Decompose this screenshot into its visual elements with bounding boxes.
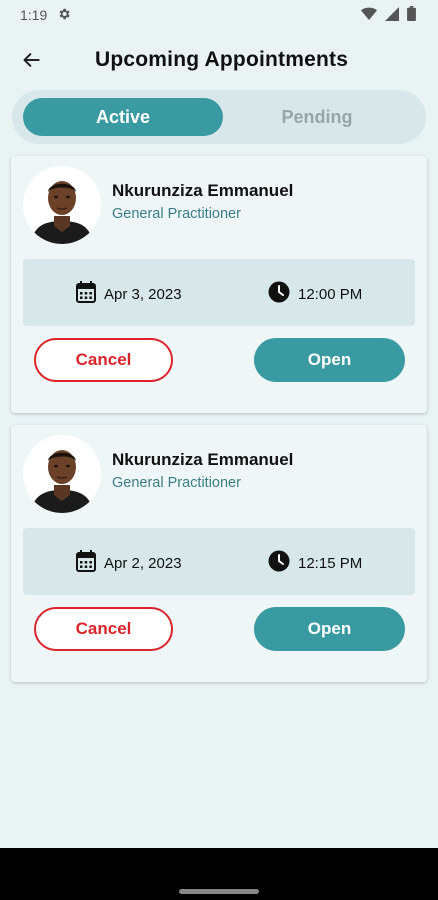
wifi-icon: [361, 7, 377, 24]
system-nav-bar: [0, 848, 438, 900]
back-arrow-icon[interactable]: [18, 46, 46, 74]
appointment-time: 12:15 PM: [268, 550, 362, 576]
doctor-avatar: [23, 435, 101, 513]
cancel-button[interactable]: Cancel: [34, 338, 173, 382]
open-button[interactable]: Open: [254, 338, 405, 382]
appointment-date: Apr 2, 2023: [76, 550, 182, 576]
status-right: [361, 6, 416, 24]
tab-active[interactable]: Active: [23, 98, 223, 136]
doctor-name: Nkurunziza Emmanuel: [112, 450, 294, 469]
date-text: Apr 2, 2023: [104, 554, 182, 572]
status-bar: 1:19: [0, 0, 438, 30]
status-tabs: Active Pending: [12, 90, 426, 144]
clock-icon: [268, 281, 290, 307]
date-text: Apr 3, 2023: [104, 285, 182, 303]
cancel-button[interactable]: Cancel: [34, 607, 173, 651]
doctor-name: Nkurunziza Emmanuel: [112, 181, 294, 200]
appointment-card: Nkurunziza Emmanuel General Practitioner…: [11, 156, 427, 413]
home-handle[interactable]: [179, 889, 259, 894]
appointment-date: Apr 3, 2023: [76, 281, 182, 307]
open-button[interactable]: Open: [254, 607, 405, 651]
calendar-icon: [76, 281, 96, 307]
doctor-avatar: [23, 166, 101, 244]
appointment-card: Nkurunziza Emmanuel General Practitioner…: [11, 425, 427, 682]
appointment-info: Apr 3, 2023 12:00 PM: [23, 259, 415, 326]
doctor-specialty: General Practitioner: [112, 475, 241, 491]
appointment-time: 12:00 PM: [268, 281, 362, 307]
signal-icon: [385, 6, 399, 24]
page-title: Upcoming Appointments: [95, 48, 349, 71]
time-text: 12:00 PM: [298, 285, 363, 303]
clock-icon: [268, 550, 290, 576]
battery-icon: [407, 6, 416, 24]
doctor-specialty: General Practitioner: [112, 206, 241, 222]
time-text: 12:15 PM: [298, 554, 363, 572]
appointment-info: Apr 2, 2023 12:15 PM: [23, 528, 415, 595]
status-left: 1:19: [20, 7, 71, 24]
tab-pending[interactable]: Pending: [217, 98, 417, 136]
settings-icon: [57, 7, 71, 24]
calendar-icon: [76, 550, 96, 576]
app-bar: Upcoming Appointments: [0, 38, 438, 82]
status-time: 1:19: [20, 7, 48, 23]
